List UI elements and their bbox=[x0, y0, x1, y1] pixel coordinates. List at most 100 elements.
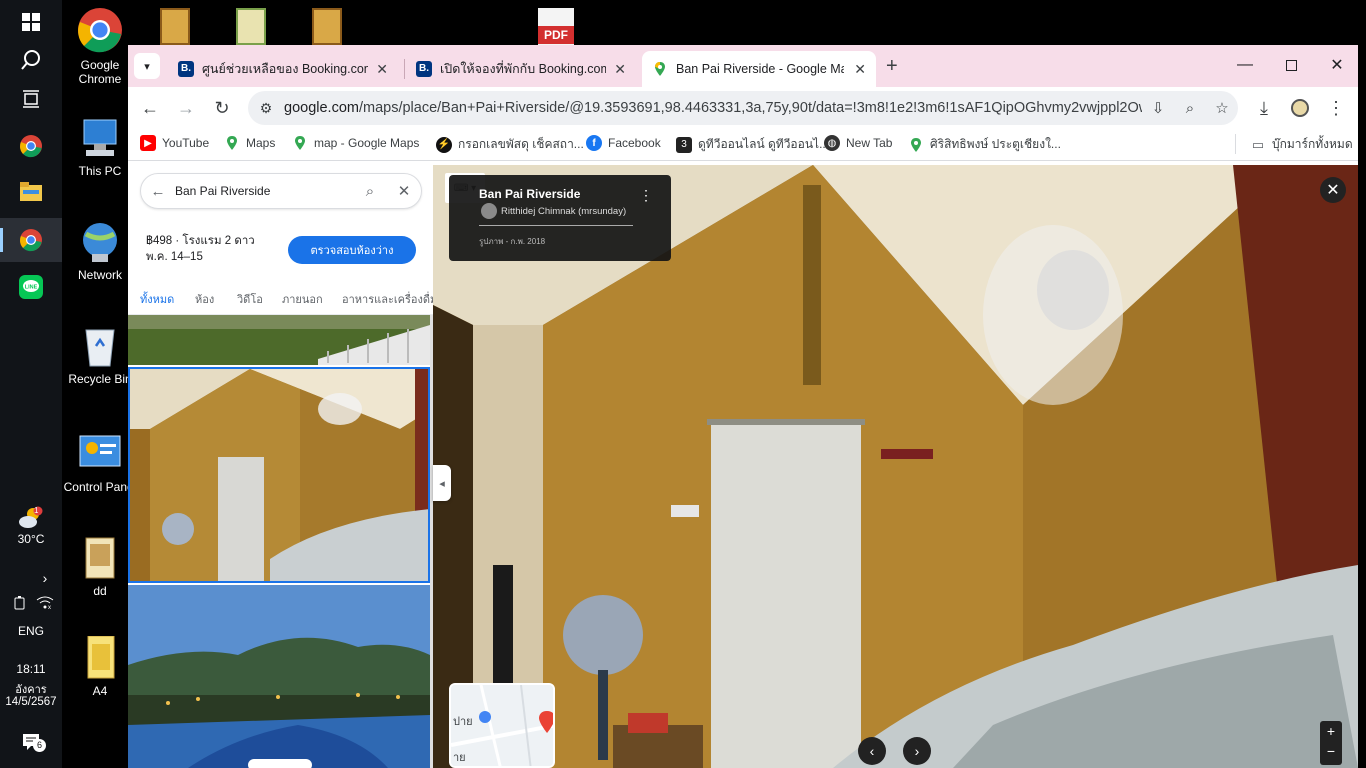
notification-center-button[interactable] bbox=[0, 722, 62, 762]
downloads-button[interactable]: ⤓ bbox=[1248, 92, 1280, 124]
close-window-button[interactable]: ✕ bbox=[1314, 45, 1360, 85]
download-icon: ⤓ bbox=[1260, 97, 1268, 118]
check-availability-button[interactable]: ตรวจสอบห้องว่าง bbox=[288, 236, 416, 264]
search-button[interactable] bbox=[0, 38, 62, 82]
next-photo-button[interactable]: › bbox=[903, 737, 931, 765]
url-text[interactable]: google.com/maps/place/Ban+Pai+Riverside/… bbox=[284, 100, 1142, 116]
mini-map[interactable]: ปาย าย bbox=[449, 683, 555, 768]
photo-info-card: Ban Pai Riverside ⋮ Ritthidej Chimnak (m… bbox=[449, 175, 671, 261]
tab-videos[interactable]: วิดีโอ bbox=[237, 290, 263, 308]
tab-booking-list[interactable]: B. เปิดให้จองที่พักกับ Booking.com ✕ bbox=[406, 51, 636, 87]
chrome-icon bbox=[20, 135, 42, 158]
tab-rooms[interactable]: ห้อง bbox=[195, 290, 214, 308]
close-icon: ✕ bbox=[1326, 182, 1340, 199]
extensions-button[interactable] bbox=[1284, 92, 1316, 124]
collapse-panel-button[interactable]: ◂ bbox=[433, 465, 451, 501]
wifi-off-icon[interactable]: x bbox=[36, 596, 54, 610]
reload-button[interactable]: ↻ bbox=[206, 92, 238, 124]
taskbar-file-explorer[interactable] bbox=[0, 170, 62, 214]
bookmark-youtube[interactable]: ▶ YouTube bbox=[140, 135, 209, 151]
clock-time[interactable]: 18:11 bbox=[0, 662, 62, 676]
photo-viewer[interactable]: ⌨ ▾ Ban Pai Riverside ⋮ Ritthidej Chimna… bbox=[433, 165, 1358, 768]
photo-category-tabs: ทั้งหมด ห้อง วิดีโอ ภายนอก อาหารและเครื่… bbox=[128, 277, 433, 319]
all-bookmarks-folder[interactable]: ▭ บุ๊กมาร์กทั้งหมด bbox=[1250, 135, 1353, 154]
pdf-file-icon[interactable]: PDF bbox=[538, 8, 574, 45]
maps-pin-icon bbox=[295, 136, 305, 150]
tab-google-maps[interactable]: Ban Pai Riverside - Google Maps ✕ bbox=[642, 51, 876, 87]
close-viewer-button[interactable]: ✕ bbox=[1320, 177, 1346, 203]
booking-favicon-icon: B. bbox=[416, 61, 432, 77]
close-tab-icon[interactable]: ✕ bbox=[606, 61, 626, 78]
maps-search-box[interactable]: ← Ban Pai Riverside ⌕ ✕ bbox=[140, 173, 422, 209]
minimize-icon: — bbox=[1237, 56, 1253, 73]
photo-thumbnail[interactable] bbox=[128, 315, 430, 365]
bookmark-new-tab[interactable]: ◍ New Tab bbox=[824, 135, 892, 151]
new-tab-button[interactable]: + bbox=[886, 55, 898, 78]
zoom-in-button[interactable]: + bbox=[1320, 721, 1342, 741]
author-avatar[interactable] bbox=[481, 203, 497, 219]
zoom-control: + − bbox=[1320, 721, 1342, 765]
info-divider bbox=[479, 225, 633, 226]
bookmark-maps[interactable]: Maps bbox=[224, 135, 275, 151]
photo-thumbnail[interactable] bbox=[128, 585, 430, 768]
bookmarks-divider bbox=[1235, 134, 1236, 154]
bookmark-label: ดูทีวีออนไลน์ ดูทีวีออนไ... bbox=[698, 137, 830, 151]
desktop-file-icon[interactable] bbox=[236, 8, 266, 45]
search-icon[interactable]: ⌕ bbox=[353, 183, 387, 200]
taskbar-chrome-active[interactable] bbox=[0, 218, 62, 262]
bookmark-sirisitthiphong[interactable]: ศิริสิทธิพงษ์ ประตูเชียงใ... bbox=[908, 135, 1061, 154]
close-tab-icon[interactable]: ✕ bbox=[368, 61, 388, 78]
tab-all[interactable]: ทั้งหมด bbox=[140, 290, 175, 319]
zoom-out-button[interactable]: − bbox=[1320, 741, 1342, 761]
url-host: google.com bbox=[284, 100, 359, 116]
tab-booking-help[interactable]: B. ศูนย์ช่วยเหลือของ Booking.com ✕ bbox=[168, 51, 398, 87]
minimize-button[interactable]: — bbox=[1222, 45, 1268, 85]
previous-photo-button[interactable]: ‹ bbox=[858, 737, 886, 765]
menu-button[interactable]: ⋮ bbox=[1320, 92, 1352, 124]
windows-icon bbox=[22, 13, 40, 31]
bookmark-tv-online[interactable]: 3 ดูทีวีออนไลน์ ดูทีวีออนไ... bbox=[676, 135, 829, 154]
battery-icon[interactable] bbox=[14, 596, 28, 610]
clear-search-icon[interactable]: ✕ bbox=[387, 182, 421, 200]
address-bar[interactable]: ⚙ google.com/maps/place/Ban+Pai+Riversid… bbox=[248, 91, 1238, 125]
place-name[interactable]: Ban Pai Riverside bbox=[479, 187, 580, 201]
recycle-bin-icon bbox=[85, 329, 115, 367]
forward-button[interactable]: → bbox=[170, 92, 202, 124]
desktop-file-icon[interactable] bbox=[160, 8, 190, 45]
bookmark-parcel-tracking[interactable]: ⚡ กรอกเลขพัสดุ เช็คสถา... bbox=[436, 135, 584, 154]
site-info-icon[interactable]: ⚙ bbox=[248, 100, 284, 117]
photo-author[interactable]: Ritthidej Chimnak (mrsunday) bbox=[501, 206, 626, 217]
desktop-file-icon[interactable] bbox=[312, 8, 342, 45]
tab-strip: ▾ B. ศูนย์ช่วยเหลือของ Booking.com ✕ B. … bbox=[128, 45, 1358, 87]
search-input[interactable]: Ban Pai Riverside bbox=[175, 184, 353, 198]
more-options-icon[interactable]: ⋮ bbox=[639, 187, 653, 204]
chevron-right-icon: › bbox=[914, 743, 920, 759]
close-tab-icon[interactable]: ✕ bbox=[846, 61, 866, 78]
bookmark-map-google-maps[interactable]: map - Google Maps bbox=[292, 135, 419, 151]
back-button[interactable]: ← bbox=[134, 92, 166, 124]
weather-temperature: 30°C bbox=[17, 532, 45, 546]
lawn-photo bbox=[128, 315, 430, 365]
more-vert-icon: ⋮ bbox=[1327, 97, 1345, 118]
tab-food-drink[interactable]: อาหารและเครื่องดื่ม bbox=[342, 290, 433, 308]
arrow-left-icon: ← bbox=[141, 97, 159, 118]
taskbar-chrome[interactable] bbox=[0, 124, 62, 168]
photo-thumbnail-selected[interactable] bbox=[128, 367, 430, 583]
maximize-button[interactable] bbox=[1268, 45, 1314, 85]
bookmark-star-icon[interactable]: ☆ bbox=[1206, 99, 1238, 117]
taskbar-line[interactable]: LINE bbox=[0, 265, 62, 309]
install-app-icon[interactable]: ⇩ bbox=[1142, 99, 1174, 117]
tab-exterior[interactable]: ภายนอก bbox=[282, 290, 323, 308]
svg-text:LINE: LINE bbox=[25, 285, 38, 291]
stay-dates[interactable]: พ.ค. 14–15 bbox=[146, 249, 255, 265]
bookmark-facebook[interactable]: f Facebook bbox=[586, 135, 661, 151]
task-view-button[interactable] bbox=[0, 77, 62, 121]
zoom-icon[interactable]: ⌕ bbox=[1174, 100, 1206, 117]
tab-search-button[interactable]: ▾ bbox=[134, 53, 160, 79]
input-language[interactable]: ENG bbox=[0, 624, 62, 638]
system-tray: x bbox=[14, 596, 54, 610]
riverside-photo bbox=[128, 585, 430, 768]
back-arrow-icon[interactable]: ← bbox=[141, 183, 175, 200]
browser-toolbar: ← → ↻ ⚙ google.com/maps/place/Ban+Pai+Ri… bbox=[128, 87, 1358, 129]
weather-alert-badge: 1 bbox=[34, 506, 39, 515]
